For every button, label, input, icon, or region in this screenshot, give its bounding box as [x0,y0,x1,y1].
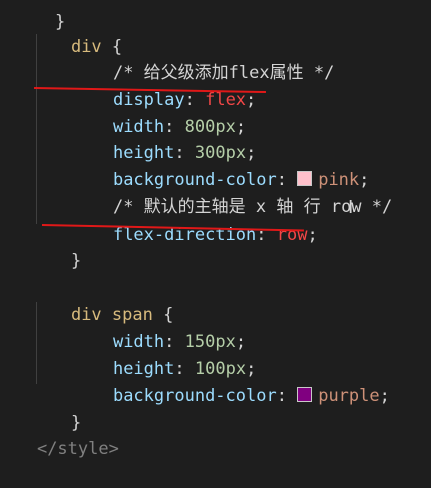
code-editor[interactable]: } div { /* 给父级添加flex属性 */ display: flex;… [0,0,431,459]
text-cursor-icon: I [348,197,354,218]
code-line: /* 给父级添加flex属性 */ [72,34,334,83]
code-line: div span { [30,276,173,325]
code-line: </style> [0,410,119,459]
css-property: background-color [112,386,277,406]
code-line: } [30,384,81,433]
close-brace: } [70,251,82,271]
code-line: /* 默认的主轴是 x 轴 行 row */ [72,168,392,217]
code-line: display: flex; [112,90,257,110]
color-swatch-icon[interactable] [297,387,313,402]
code-line: height: 100px; [112,359,257,379]
css-value: purple [318,386,380,406]
code-line: height: 300px; [112,143,257,163]
code-line: background-color: pink; [112,170,370,190]
css-value: row [276,225,308,245]
code-line: div { [30,8,122,57]
code-line: background-color: purple; [112,386,390,406]
code-line: width: 150px; [112,332,247,352]
code-line: flex-direction: row; [112,225,318,245]
closing-style-tag: </style> [36,439,119,459]
